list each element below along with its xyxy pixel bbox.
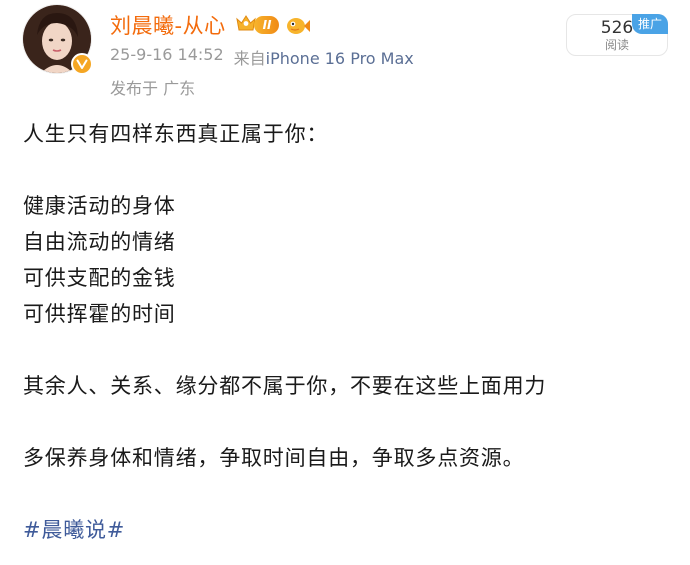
author-name[interactable]: 刘晨曦-从心 <box>110 10 226 40</box>
post-list-item: 健康活动的身体 <box>23 194 176 218</box>
verified-v-icon <box>71 53 93 75</box>
post-content: 人生只有四样东西真正属于你： 健康活动的身体 自由流动的情绪 可供支配的金钱 可… <box>23 116 673 548</box>
vip-badge[interactable]: II <box>234 13 279 37</box>
post-list-item: 自由流动的情绪 <box>23 230 176 254</box>
post-paragraph-2: 多保养身体和情绪，争取时间自由，争取多点资源。 <box>23 446 525 470</box>
fish-mascot-icon[interactable] <box>285 14 311 36</box>
source-device[interactable]: iPhone 16 Pro Max <box>266 49 414 68</box>
post-paragraph-1: 其余人、关系、缘分都不属于你，不要在这些上面用力 <box>23 374 547 398</box>
author-avatar[interactable] <box>23 5 93 75</box>
read-count-box[interactable]: 526 阅读 推广 <box>566 14 668 56</box>
promo-tag[interactable]: 推广 <box>632 14 668 34</box>
post-location: 发布于 广东 <box>110 79 196 98</box>
source-prefix: 来自 <box>233 49 266 68</box>
vip-level-text: II <box>253 16 279 34</box>
hashtag-link[interactable]: #晨曦说# <box>23 512 673 548</box>
post-list-item: 可供挥霍的时间 <box>23 302 176 326</box>
read-label: 阅读 <box>604 38 629 52</box>
post-time: 25-9-16 14:52 <box>110 45 224 64</box>
author-name-row: 刘晨曦-从心 II <box>110 8 311 42</box>
post-meta: 25-9-16 14:52 来自iPhone 16 Pro Max <box>110 45 414 69</box>
post-intro: 人生只有四样东西真正属于你： <box>23 122 329 146</box>
post-list-item: 可供支配的金钱 <box>23 266 176 290</box>
